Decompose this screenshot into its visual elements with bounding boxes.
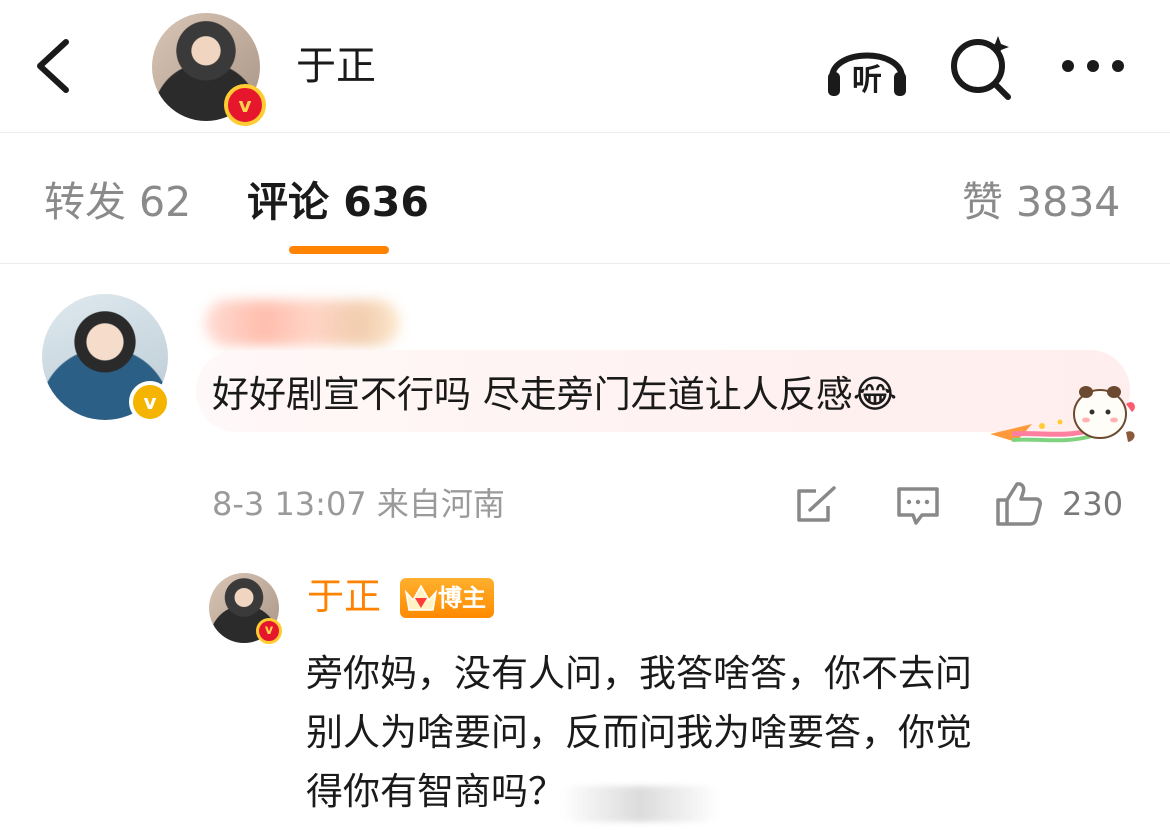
more-options-icon[interactable] <box>1058 56 1128 76</box>
reply-line: 旁你妈，没有人问，我答啥答，你不去问 <box>306 652 972 695</box>
comment-body: 好好剧宣不行吗 尽走旁门左道让人反感 <box>212 373 853 416</box>
verified-badge-icon: v <box>256 618 282 644</box>
commenter-name-blurred[interactable] <box>205 300 400 346</box>
author-name[interactable]: 于正 <box>296 42 376 90</box>
listen-label: 听 <box>852 63 882 98</box>
tab-likes[interactable]: 赞 3834 <box>962 177 1120 227</box>
laugh-cry-emoji-icon: 😂 <box>852 372 898 416</box>
host-badge: 博主 <box>400 578 494 618</box>
tab-comments[interactable]: 评论 636 <box>247 177 429 227</box>
top-bar: v 于正 听 <box>0 0 1170 133</box>
back-arrow-icon[interactable] <box>30 36 80 96</box>
comment-meta: 8-3 13:07 来自河南 <box>212 485 505 523</box>
host-badge-label: 博主 <box>438 584 486 612</box>
verified-badge-icon: v <box>224 84 266 126</box>
repost-icon[interactable] <box>796 486 838 524</box>
listen-icon[interactable]: 听 <box>824 34 910 100</box>
search-icon[interactable] <box>946 30 1016 102</box>
bubble-sticker-icon <box>990 386 1135 443</box>
reply-author-name[interactable]: 于正 <box>307 574 381 620</box>
tab-reposts[interactable]: 转发 62 <box>44 177 191 227</box>
tab-bar: 转发 62 评论 636 赞 3834 <box>0 133 1170 264</box>
like-icon[interactable] <box>995 480 1043 526</box>
verified-badge-icon: v <box>129 381 171 423</box>
comment-text: 好好剧宣不行吗 尽走旁门左道让人反感😂 <box>212 370 897 419</box>
active-tab-indicator <box>289 246 389 254</box>
comment-icon[interactable] <box>896 486 940 526</box>
reply-line: 别人为啥要问，反而问我为啥要答，你觉 <box>306 711 972 754</box>
like-count: 230 <box>1062 485 1124 523</box>
crown-icon <box>404 584 438 611</box>
watermark-overlay <box>560 786 720 822</box>
